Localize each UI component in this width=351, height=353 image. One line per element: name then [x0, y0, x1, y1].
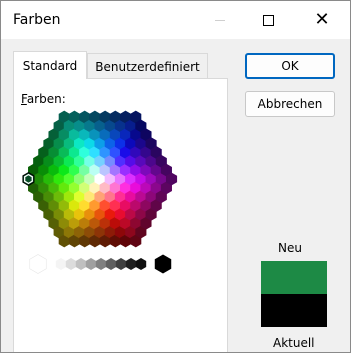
- minimize-icon: [215, 19, 225, 21]
- cancel-button[interactable]: Abbrechen: [245, 91, 335, 117]
- gray-cell[interactable]: [95, 258, 107, 270]
- standard-panel: Farben:: [13, 78, 228, 352]
- gray-cell[interactable]: [135, 258, 147, 270]
- tab-custom[interactable]: Benutzerdefiniert: [87, 53, 208, 79]
- minimize-button: [197, 1, 243, 39]
- ok-button[interactable]: OK: [245, 53, 335, 79]
- gray-cell[interactable]: [154, 254, 172, 274]
- maximize-icon: [262, 14, 274, 26]
- current-color-swatch: [261, 294, 327, 327]
- gray-cell[interactable]: [55, 258, 67, 270]
- maximize-button[interactable]: [245, 1, 291, 39]
- color-honeycomb[interactable]: [14, 79, 229, 353]
- gray-cell[interactable]: [29, 254, 47, 274]
- window-title: Farben: [13, 12, 61, 28]
- close-icon: ✕: [314, 9, 330, 30]
- tab-standard[interactable]: Standard: [13, 51, 87, 79]
- color-dialog: Farben ✕ Standard Benutzerdefiniert Farb…: [0, 0, 351, 353]
- new-color-swatch: [261, 261, 327, 294]
- gray-cell[interactable]: [75, 258, 87, 270]
- gray-cell[interactable]: [115, 258, 127, 270]
- current-color-label: Aktuell: [273, 336, 315, 350]
- close-button[interactable]: ✕: [299, 1, 345, 39]
- gray-cell[interactable]: [125, 258, 137, 270]
- new-color-label: Neu: [278, 241, 302, 255]
- gray-cell[interactable]: [105, 258, 117, 270]
- title-bar: Farben ✕: [1, 1, 350, 39]
- gray-cell[interactable]: [85, 258, 97, 270]
- gray-cell[interactable]: [65, 258, 77, 270]
